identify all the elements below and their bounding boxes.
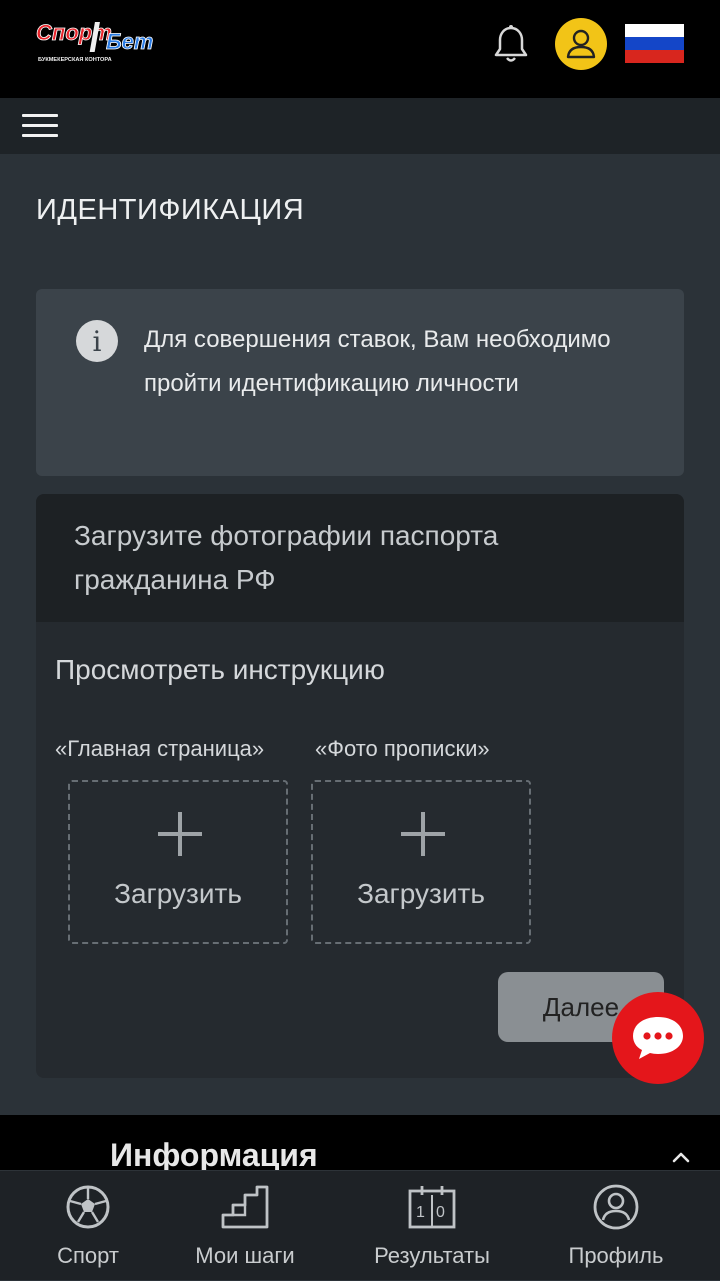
svg-text:Спорт: Спорт [36, 20, 112, 45]
upload-label: Загрузить [357, 878, 485, 909]
svg-text:Бет: Бет [106, 29, 153, 54]
profile-icon [593, 1184, 639, 1230]
info-message: Для совершения ставок, Вам необходимо пр… [144, 326, 611, 397]
bell-icon[interactable] [492, 24, 530, 66]
nav-label-profile: Профиль [568, 1243, 664, 1268]
info-icon: i [76, 320, 118, 362]
plus-icon [401, 812, 445, 856]
sportbet-logo[interactable]: Спорт Бет БУКМЕКЕРСКАЯ КОНТОРА [34, 16, 166, 66]
upload-main-page-button[interactable]: Загрузить [68, 780, 288, 944]
information-title: Информация [110, 1137, 318, 1173]
nav-item-my-steps[interactable]: Мои шаги [186, 1171, 304, 1281]
bottom-navigation: Спорт Мои шаги 1 0 Результаты Профиль [0, 1170, 720, 1280]
nav-item-sport[interactable]: Спорт [28, 1171, 148, 1281]
chat-bubble-icon [633, 1017, 683, 1059]
view-instruction-link[interactable]: Просмотреть инструкцию [55, 654, 385, 686]
upload-card-header: Загрузите фотографии паспорта гражданина… [36, 494, 684, 622]
user-icon [566, 29, 596, 59]
menu-bar [0, 98, 720, 154]
steps-icon [221, 1185, 269, 1229]
svg-text:БУКМЕКЕРСКАЯ КОНТОРА: БУКМЕКЕРСКАЯ КОНТОРА [38, 57, 112, 63]
main-page-slot-label: «Главная страница» [55, 736, 265, 761]
hamburger-menu-icon[interactable] [22, 114, 58, 140]
profile-avatar-button[interactable] [555, 18, 607, 70]
information-section-header[interactable]: Информация [0, 1115, 720, 1175]
nav-item-profile[interactable]: Профиль [556, 1171, 676, 1281]
chat-support-button[interactable] [612, 992, 704, 1084]
nav-label-my-steps: Мои шаги [195, 1243, 295, 1268]
page-title: ИДЕНТИФИКАЦИЯ [36, 194, 305, 226]
svg-text:0: 0 [436, 1204, 445, 1221]
russia-flag-icon[interactable] [625, 24, 684, 63]
identification-info-box: i Для совершения ставок, Вам необходимо … [36, 289, 684, 476]
chevron-up-icon [672, 1152, 690, 1163]
soccer-ball-icon [66, 1185, 110, 1229]
scoreboard-icon: 1 0 [408, 1186, 456, 1229]
svg-text:1: 1 [416, 1204, 425, 1221]
upload-registration-button[interactable]: Загрузить [311, 780, 531, 944]
nav-label-results: Результаты [374, 1243, 490, 1268]
passport-upload-card: Загрузите фотографии паспорта гражданина… [36, 494, 684, 1078]
nav-item-results[interactable]: 1 0 Результаты [362, 1171, 502, 1281]
upload-heading: Загрузите фотографии паспорта гражданина… [74, 520, 499, 595]
top-bar: Спорт Бет БУКМЕКЕРСКАЯ КОНТОРА [0, 0, 720, 98]
upload-label: Загрузить [114, 878, 242, 909]
plus-icon [158, 812, 202, 856]
registration-slot-label: «Фото прописки» [315, 736, 490, 761]
nav-label-sport: Спорт [57, 1243, 119, 1268]
